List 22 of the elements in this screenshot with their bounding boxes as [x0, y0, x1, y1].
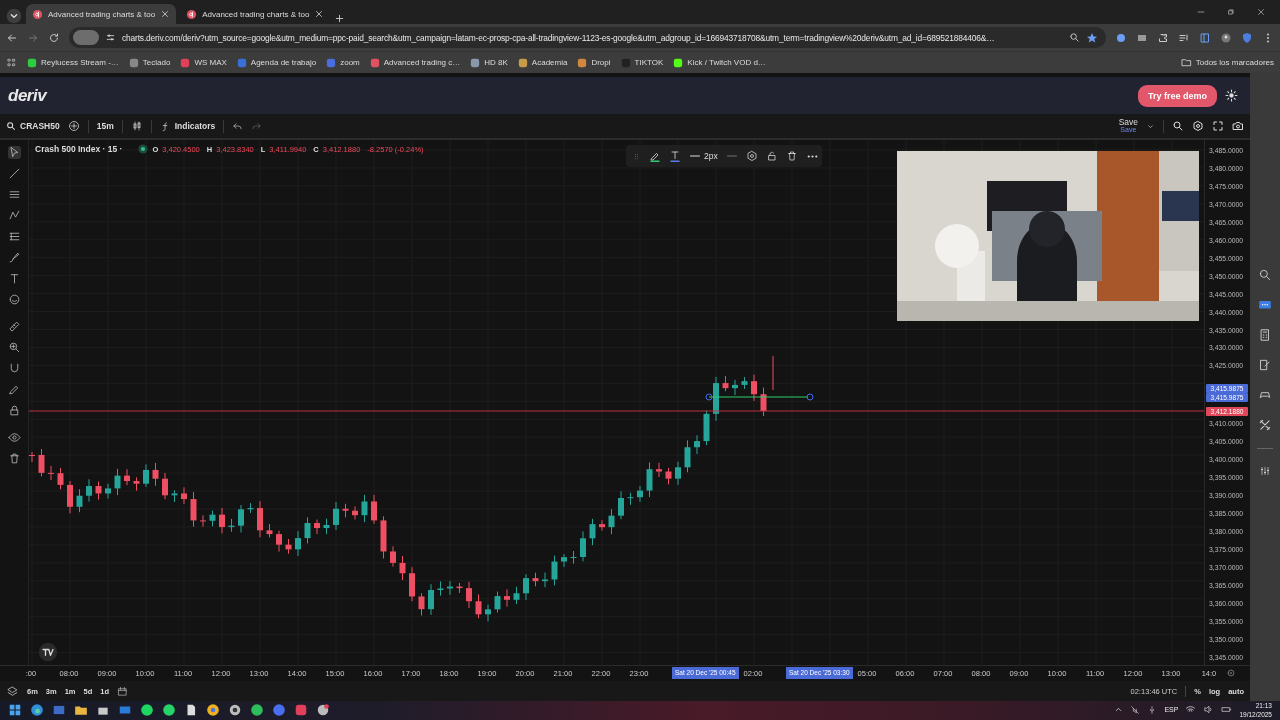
- indicators-button[interactable]: Indicators: [159, 120, 216, 132]
- logo: deriv: [8, 85, 47, 106]
- bookmark[interactable]: zoom: [326, 57, 360, 68]
- url-text: charts.deriv.com/deriv?utm_source=google&utm_medium=ppc-paid_search&utm_campaign=latam-ec-prosp-cpa-all-tradingview-1123-es-google&utm_adgroup_id=166943718708&utm_term=tradingview%20deriv&utm_ad_id=689521884406&…: [122, 32, 996, 43]
- bookmark[interactable]: Agenda de trabajo: [236, 57, 317, 68]
- chart-title: Crash 500 Index · 15 ·: [35, 144, 123, 154]
- bookmark[interactable]: Dropi: [577, 57, 611, 68]
- bookmark[interactable]: Teclado: [128, 57, 171, 68]
- browser-tab[interactable]: Advanced trading charts & too: [26, 4, 177, 24]
- bookmark[interactable]: TIKTOK: [620, 57, 664, 68]
- line-width-button[interactable]: 2px: [689, 150, 718, 162]
- bookmark[interactable]: Academia: [517, 57, 568, 68]
- try-demo-button[interactable]: Try free demo: [1137, 84, 1217, 107]
- bookmark[interactable]: Advanced trading c…: [369, 57, 461, 68]
- browser-tab[interactable]: Advanced trading charts & too: [180, 4, 331, 24]
- interval-button[interactable]: 15m: [96, 121, 114, 131]
- bookmark[interactable]: Kick / Twitch VOD d…: [673, 57, 766, 68]
- bookmark[interactable]: Todos los marcadores: [1180, 57, 1274, 68]
- bookmark[interactable]: WS MAX: [180, 57, 227, 68]
- symbol-search[interactable]: CRASH50: [6, 121, 60, 131]
- bookmark[interactable]: Reylucess Stream -…: [27, 57, 119, 68]
- bookmark[interactable]: HD 8K: [470, 57, 508, 68]
